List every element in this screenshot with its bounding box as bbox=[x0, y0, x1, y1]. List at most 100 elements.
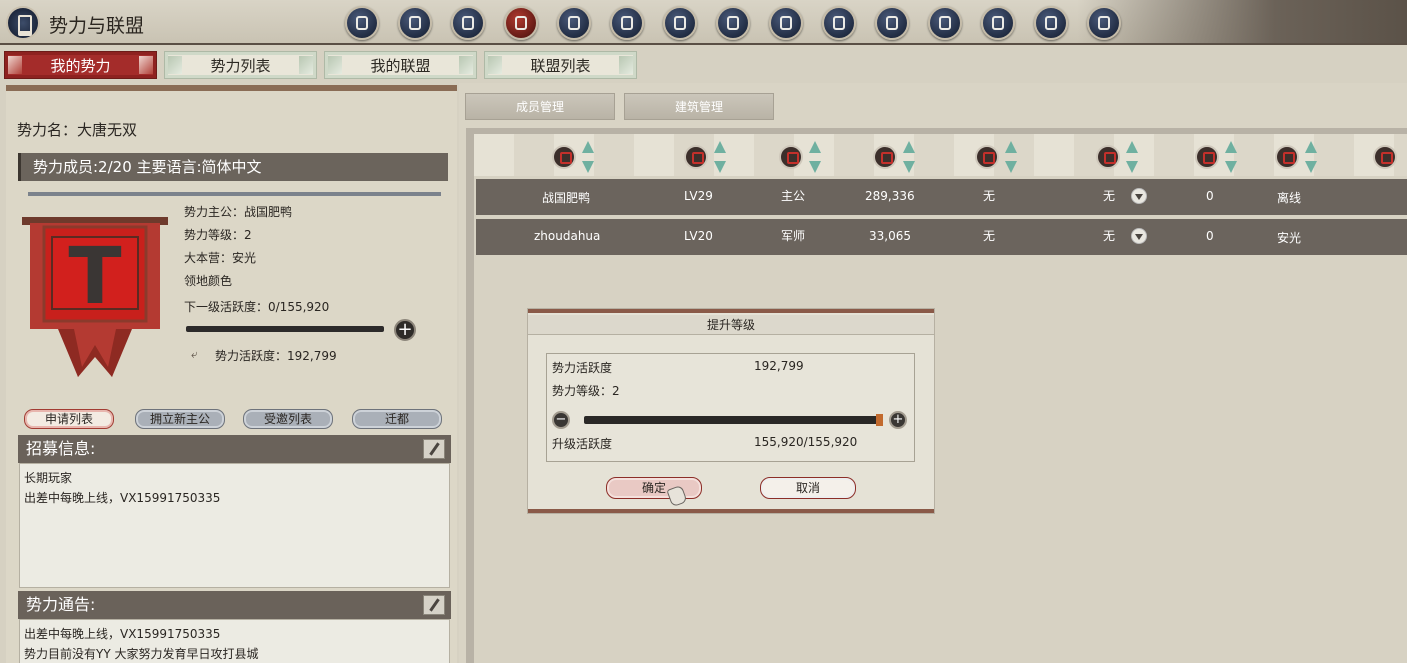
divider bbox=[28, 192, 441, 196]
window-title: 势力与联盟 bbox=[49, 15, 145, 37]
scroll-icon[interactable] bbox=[610, 6, 644, 40]
sort-arrows-icon[interactable] bbox=[582, 139, 594, 175]
faction-base: 大本营：安光 bbox=[184, 251, 257, 265]
gear-icon-glyph bbox=[727, 16, 739, 30]
tab-member-management[interactable]: 成员管理 bbox=[465, 93, 615, 120]
sort-arrows-icon[interactable] bbox=[714, 139, 726, 175]
faction-level: 势力等级：2 bbox=[184, 228, 252, 242]
tab-alliance-list[interactable]: 联盟列表 bbox=[484, 51, 637, 79]
faction-banner: T bbox=[22, 217, 168, 377]
hand-icon-glyph bbox=[833, 16, 845, 30]
member-power: 33,065 bbox=[869, 229, 911, 243]
recruit-info-body: 长期玩家 出差中每晚上线，VX15991750335 bbox=[19, 463, 450, 588]
map-icon-glyph bbox=[886, 16, 898, 30]
faction-leader: 势力主公：战国肥鸭 bbox=[184, 205, 293, 219]
member-role: 军师 bbox=[781, 229, 806, 243]
faction-icon[interactable] bbox=[345, 6, 379, 40]
banner-icon[interactable] bbox=[504, 6, 538, 40]
notice-line: 势力目前没有YY 大家努力发育早日攻打县城 bbox=[24, 647, 259, 661]
activity-icon: ⤶ bbox=[191, 347, 198, 361]
member-col6: 无 bbox=[1103, 229, 1116, 243]
writing-icon-glyph bbox=[939, 16, 951, 30]
table-row[interactable]: zhoudahua LV20 军师 33,065 无 无 0 安光 bbox=[476, 219, 1407, 255]
relocate-capital-button[interactable]: 迁都 bbox=[352, 409, 442, 429]
edit-notice-icon[interactable] bbox=[423, 595, 445, 615]
soldiers-icon[interactable] bbox=[1096, 145, 1120, 169]
sort-arrows-icon[interactable] bbox=[809, 139, 821, 175]
hand-icon[interactable] bbox=[822, 6, 856, 40]
invitation-list-button[interactable]: 受邀列表 bbox=[243, 409, 333, 429]
face-icon[interactable] bbox=[769, 6, 803, 40]
members-language-bar: 势力成员:2/20 主要语言:简体中文 bbox=[18, 153, 448, 181]
tab-building-management[interactable]: 建筑管理 bbox=[624, 93, 774, 120]
slider-handle[interactable] bbox=[876, 414, 883, 426]
member-col7: 0 bbox=[1206, 229, 1214, 243]
plus-icon[interactable]: + bbox=[889, 411, 907, 429]
top-bar-fade bbox=[1077, 0, 1407, 43]
edit-recruit-icon[interactable] bbox=[423, 439, 445, 459]
support-new-leader-button[interactable]: 拥立新主公 bbox=[135, 409, 225, 429]
tablet-icon-glyph bbox=[1045, 16, 1057, 30]
tab-faction-list[interactable]: 势力列表 bbox=[164, 51, 317, 79]
book-icon-glyph bbox=[992, 16, 1004, 30]
tablet-icon[interactable] bbox=[1034, 6, 1068, 40]
soldier-icon-glyph bbox=[568, 16, 580, 30]
gear-icon[interactable] bbox=[716, 6, 750, 40]
sort-arrows-icon[interactable] bbox=[1126, 139, 1138, 175]
helmet-icon-glyph bbox=[462, 16, 474, 30]
map-icon[interactable] bbox=[875, 6, 909, 40]
tab-my-faction[interactable]: 我的势力 bbox=[4, 51, 157, 79]
next-level-activity: 下一级活跃度：0/155,920 bbox=[184, 300, 330, 314]
chevron-down-icon[interactable] bbox=[1131, 228, 1147, 244]
upgrade-activity-label: 升级活跃度 bbox=[552, 437, 613, 451]
ranking-icon-glyph bbox=[1098, 16, 1110, 30]
chevron-down-icon[interactable] bbox=[1131, 188, 1147, 204]
banner-letter: T bbox=[68, 232, 121, 322]
application-list-button[interactable]: 申请列表 bbox=[24, 409, 114, 429]
confirm-button[interactable]: 确定 bbox=[606, 477, 702, 499]
recruit-info-heading: 招募信息: bbox=[26, 439, 96, 458]
upgrade-slider[interactable] bbox=[584, 416, 880, 424]
add-activity-button[interactable]: + bbox=[394, 319, 416, 341]
faction-activity: 势力活跃度：192,799 bbox=[215, 349, 337, 363]
sword-icon[interactable] bbox=[1195, 145, 1219, 169]
sort-arrows-icon[interactable] bbox=[1225, 139, 1237, 175]
target-icon-glyph bbox=[674, 16, 686, 30]
table-row[interactable]: 战国肥鸭 LV29 主公 289,336 无 无 0 离线 bbox=[476, 179, 1407, 215]
member-col5: 无 bbox=[983, 189, 996, 203]
medal-icon[interactable] bbox=[975, 145, 999, 169]
recruit-info-header: 招募信息: bbox=[18, 435, 451, 463]
helmet-icon[interactable] bbox=[451, 6, 485, 40]
tab-my-alliance[interactable]: 我的联盟 bbox=[324, 51, 477, 79]
member-name: zhoudahua bbox=[534, 229, 601, 243]
minus-icon[interactable]: − bbox=[552, 411, 570, 429]
notice-heading: 势力通告: bbox=[26, 595, 96, 614]
recruit-line: 出差中每晚上线，VX15991750335 bbox=[24, 491, 221, 505]
soldier-icon[interactable] bbox=[1373, 145, 1397, 169]
upgrade-level-dialog: 提升等级 势力活跃度 192,799 势力等级：2 − + 升级活跃度 155,… bbox=[528, 309, 934, 513]
ranking-icon[interactable] bbox=[1087, 6, 1121, 40]
member-name: 战国肥鸭 bbox=[542, 191, 591, 205]
faction-info-panel: 势力名：大唐无双 势力成员:2/20 主要语言:简体中文 T 势力主公：战国肥鸭… bbox=[6, 85, 457, 663]
gate-icon[interactable] bbox=[1275, 145, 1299, 169]
sort-arrows-icon[interactable] bbox=[1005, 139, 1017, 175]
face-icon-glyph bbox=[780, 16, 792, 30]
network-icon[interactable] bbox=[398, 6, 432, 40]
member-table-header bbox=[474, 134, 1407, 176]
notice-line: 出差中每晚上线，VX15991750335 bbox=[24, 627, 221, 641]
mask-icon[interactable] bbox=[684, 145, 708, 169]
cancel-button[interactable]: 取消 bbox=[760, 477, 856, 499]
soldier-icon[interactable] bbox=[557, 6, 591, 40]
activity-label: 势力活跃度 bbox=[552, 361, 613, 375]
book-icon[interactable] bbox=[981, 6, 1015, 40]
sort-arrows-icon[interactable] bbox=[1305, 139, 1317, 175]
writing-icon[interactable] bbox=[928, 6, 962, 40]
power-icon[interactable] bbox=[873, 145, 897, 169]
shield-icon[interactable] bbox=[779, 145, 803, 169]
sort-arrows-icon[interactable] bbox=[903, 139, 915, 175]
member-status: 离线 bbox=[1277, 191, 1302, 205]
helmet-icon[interactable] bbox=[552, 145, 576, 169]
scroll-icon-glyph bbox=[621, 16, 633, 30]
member-col7: 0 bbox=[1206, 189, 1214, 203]
target-icon[interactable] bbox=[663, 6, 697, 40]
